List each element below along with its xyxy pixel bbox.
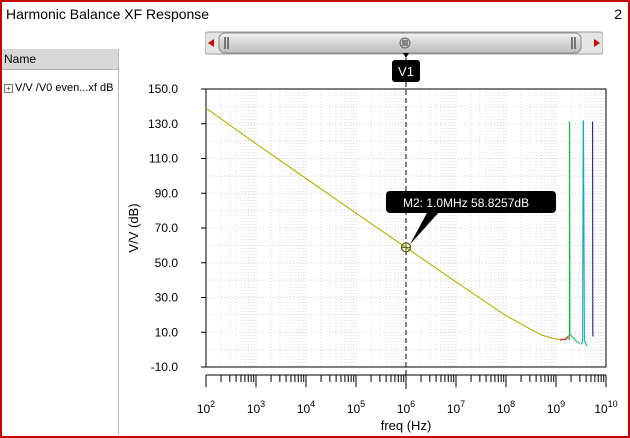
marker-v1-label: V1 (398, 64, 414, 79)
x-tick-label: 106 (397, 399, 415, 416)
marker-m2-pointer (410, 211, 440, 245)
y-tick-label: 10.0 (155, 325, 179, 339)
y-tick-label: 70.0 (155, 221, 179, 235)
x-tick-label: 107 (447, 399, 465, 416)
chart-series (205, 107, 594, 347)
x-tick-label: 102 (197, 399, 215, 416)
x-tick-label: 104 (297, 399, 315, 416)
y-tick-label: 150.0 (148, 82, 178, 96)
y-tick-label: -10.0 (151, 360, 179, 374)
marker-v1-arrow-icon (403, 53, 409, 58)
marker-m2-label: M2: 1.0MHz 58.8257dB (403, 196, 529, 210)
x-tick-label: 105 (347, 399, 365, 416)
y-axis-label: V/V (dB) (126, 203, 141, 252)
x-tick-label: 103 (247, 399, 265, 416)
series-line (568, 121, 581, 344)
y-tick-label: 130.0 (148, 117, 178, 131)
series-line (592, 121, 594, 337)
y-tick-label: 50.0 (155, 256, 179, 270)
x-axis-ticks: 102 103 104 105 106 107 108 109 1010 (197, 374, 618, 416)
x-tick-label: 109 (547, 399, 565, 416)
y-axis-ticks: 150.0 130.0 110.0 90.0 70.0 50.0 30.0 10.0 -10.0 (148, 82, 206, 374)
y-tick-label: 90.0 (155, 186, 179, 200)
series-line (205, 107, 570, 340)
y-tick-label: 110.0 (149, 152, 178, 166)
x-tick-label: 108 (497, 399, 515, 416)
x-axis-label: freq (Hz) (381, 418, 432, 433)
x-tick-label: 1010 (594, 399, 617, 416)
hb-xf-chart: 150.0 130.0 110.0 90.0 70.0 50.0 30.0 10.0 -10.0… (126, 53, 618, 433)
y-tick-label: 30.0 (155, 291, 179, 305)
